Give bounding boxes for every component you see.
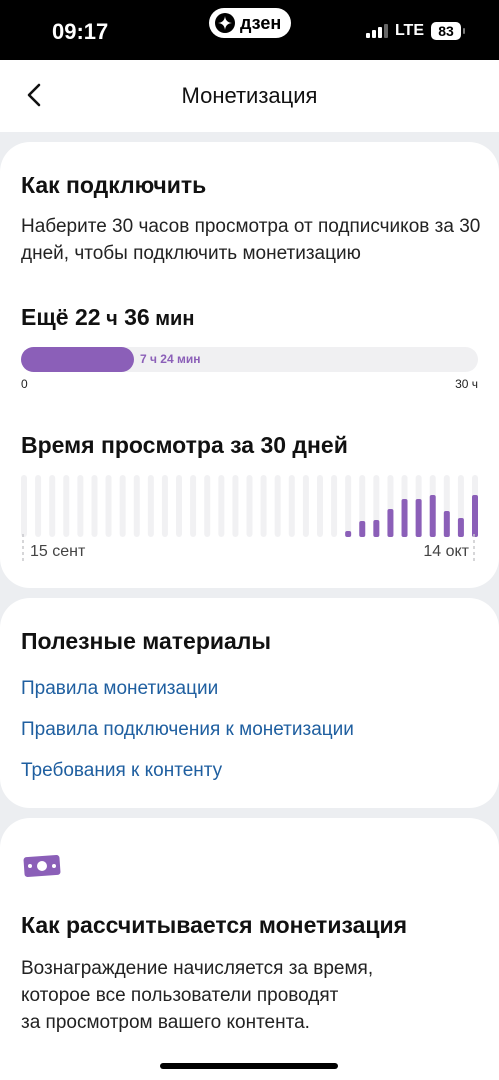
signal-icon	[365, 24, 388, 38]
chart-bar-track	[35, 475, 42, 537]
chart-start-date: 15 сент	[30, 543, 86, 560]
chart-bar-track	[204, 475, 211, 537]
progress-fill	[21, 347, 134, 372]
status-time: 09:17	[52, 19, 109, 44]
progress-value-label: 7 ч 24 мин	[140, 352, 201, 366]
remaining-time: Ещё 22 ч 36 мин	[21, 304, 194, 331]
progress-min-label: 0	[21, 377, 28, 391]
minutes-unit: мин	[155, 308, 195, 330]
chart-bar	[387, 509, 394, 537]
chart-bar	[472, 495, 478, 537]
chart-bar-track	[133, 475, 140, 537]
chart-bar-track	[260, 475, 267, 537]
home-indicator[interactable]	[160, 1063, 338, 1069]
link-connection-rules[interactable]: Правила подключения к монетизации	[21, 719, 354, 741]
calculation-card: Как рассчитывается монетизация Вознаграж…	[0, 818, 499, 1080]
chart-bar-track	[63, 475, 70, 537]
chart-bar-track	[190, 475, 197, 537]
chart-bar-track	[119, 475, 126, 537]
connect-heading: Как подключить	[21, 172, 207, 198]
chart-bar-track	[21, 475, 27, 537]
useful-heading: Полезные материалы	[21, 628, 272, 654]
link-content-requirements[interactable]: Требования к контенту	[21, 760, 222, 782]
watch-time-chart	[21, 475, 478, 537]
hours-unit: ч	[106, 308, 118, 330]
progress-bar: 7 ч 24 мин	[21, 347, 478, 372]
chart-bar-track	[274, 475, 281, 537]
calc-heading: Как рассчитывается монетизация	[21, 912, 408, 938]
remaining-hours: 22	[74, 304, 101, 330]
battery-icon: 83	[431, 22, 465, 40]
calc-line: которое все пользователи проводят	[21, 985, 339, 1006]
chart-bar-track	[161, 475, 168, 537]
calc-line: за просмотром вашего контента.	[21, 1012, 310, 1033]
progress-max-label: 30 ч	[455, 377, 478, 391]
dzen-badge-label: дзен	[240, 12, 282, 33]
page-title: Монетизация	[181, 83, 318, 108]
chart-bar-track	[91, 475, 98, 537]
dzen-badge[interactable]: дзен	[209, 8, 292, 38]
status-indicators: LTE 83	[365, 22, 465, 40]
chart-bar-track	[218, 475, 225, 537]
chart-bar	[401, 499, 408, 537]
chart-bar-track	[105, 475, 112, 537]
chart-bar-track	[77, 475, 84, 537]
dzen-logo-icon	[215, 13, 235, 33]
chart-bar	[415, 499, 422, 537]
chart-bar-track	[288, 475, 295, 537]
network-type: LTE	[394, 22, 424, 39]
chart-bar-track	[147, 475, 154, 537]
chart-end-date: 14 окт	[423, 543, 469, 560]
chart-bar-track	[232, 475, 239, 537]
chart-bar-track	[302, 475, 309, 537]
useful-materials-card: Полезные материалы Правила монетизации П…	[0, 598, 499, 808]
chart-bar-track	[49, 475, 56, 537]
chart-bar-track	[331, 475, 338, 537]
chart-bar-track	[345, 475, 352, 537]
calc-description: Вознаграждение начисляется за время, кот…	[21, 955, 481, 1036]
watch-time-heading: Время просмотра за 30 дней	[21, 432, 348, 458]
connect-card: Как подключить Наберите 30 часов просмот…	[0, 142, 499, 588]
chart-bar-track	[246, 475, 253, 537]
remaining-prefix: Ещё	[21, 304, 69, 330]
chart-bar	[429, 495, 436, 537]
link-monetization-rules[interactable]: Правила монетизации	[21, 678, 218, 700]
status-bar: 09:17 дзен LTE 83	[0, 0, 499, 60]
remaining-minutes: 36	[124, 304, 150, 330]
money-icon	[23, 854, 61, 878]
watch-time-chart-svg	[21, 475, 478, 537]
calc-line: Вознаграждение начисляется за время,	[21, 958, 374, 979]
chart-date-markers	[22, 534, 475, 562]
nav-bar: Монетизация	[0, 60, 499, 132]
chart-bar-track	[316, 475, 323, 537]
chart-bar-track	[176, 475, 183, 537]
connect-description: Наберите 30 часов просмотра от подписчик…	[21, 216, 481, 264]
